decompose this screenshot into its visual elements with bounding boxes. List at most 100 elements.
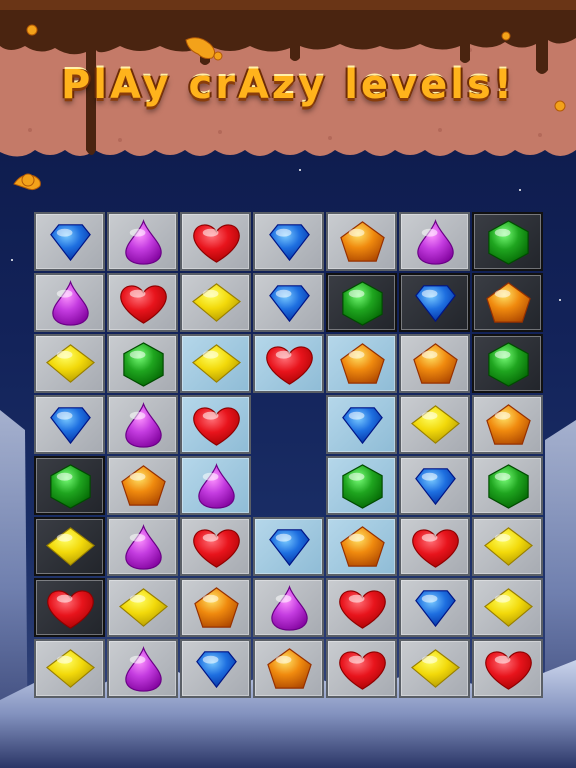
board-tile[interactable] xyxy=(107,456,178,515)
board-tile[interactable] xyxy=(399,212,470,271)
green-hexagon-gem-icon[interactable] xyxy=(478,217,539,268)
board-tile[interactable] xyxy=(399,395,470,454)
board-tile[interactable] xyxy=(107,578,178,637)
blue-diamond-gem-icon[interactable] xyxy=(405,278,466,329)
red-heart-gem-icon[interactable] xyxy=(259,339,320,390)
board-tile[interactable] xyxy=(253,639,324,698)
board-tile[interactable] xyxy=(253,212,324,271)
red-heart-gem-icon[interactable] xyxy=(332,583,393,634)
board-tile[interactable] xyxy=(34,334,105,393)
purple-drop-gem-icon[interactable] xyxy=(405,217,466,268)
green-hexagon-gem-icon[interactable] xyxy=(332,278,393,329)
green-hexagon-gem-icon[interactable] xyxy=(478,339,539,390)
yellow-rhombus-gem-icon[interactable] xyxy=(405,400,466,451)
red-heart-gem-icon[interactable] xyxy=(405,522,466,573)
green-hexagon-gem-icon[interactable] xyxy=(40,461,101,512)
red-heart-gem-icon[interactable] xyxy=(186,400,247,451)
yellow-rhombus-gem-icon[interactable] xyxy=(405,644,466,695)
board-tile[interactable] xyxy=(399,578,470,637)
orange-pentagon-gem-icon[interactable] xyxy=(478,278,539,329)
green-hexagon-gem-icon[interactable] xyxy=(478,461,539,512)
board-tile[interactable] xyxy=(472,212,543,271)
orange-pentagon-gem-icon[interactable] xyxy=(332,339,393,390)
purple-drop-gem-icon[interactable] xyxy=(113,644,174,695)
board-tile[interactable] xyxy=(326,334,397,393)
blue-diamond-gem-icon[interactable] xyxy=(186,644,247,695)
blue-diamond-gem-icon[interactable] xyxy=(40,217,101,268)
red-heart-gem-icon[interactable] xyxy=(113,278,174,329)
yellow-rhombus-gem-icon[interactable] xyxy=(40,522,101,573)
board-tile[interactable] xyxy=(472,456,543,515)
board-tile[interactable] xyxy=(399,456,470,515)
board-tile[interactable] xyxy=(326,639,397,698)
board-tile[interactable] xyxy=(34,395,105,454)
blue-diamond-gem-icon[interactable] xyxy=(259,217,320,268)
board-tile[interactable] xyxy=(34,517,105,576)
red-heart-gem-icon[interactable] xyxy=(478,644,539,695)
board-tile[interactable] xyxy=(399,273,470,332)
blue-diamond-gem-icon[interactable] xyxy=(259,522,320,573)
purple-drop-gem-icon[interactable] xyxy=(259,583,320,634)
purple-drop-gem-icon[interactable] xyxy=(186,461,247,512)
board-tile[interactable] xyxy=(326,517,397,576)
board-tile[interactable] xyxy=(399,334,470,393)
blue-diamond-gem-icon[interactable] xyxy=(332,400,393,451)
board-tile[interactable] xyxy=(34,456,105,515)
board-tile[interactable] xyxy=(34,212,105,271)
red-heart-gem-icon[interactable] xyxy=(332,644,393,695)
board-tile[interactable] xyxy=(326,273,397,332)
board-tile[interactable] xyxy=(107,639,178,698)
yellow-rhombus-gem-icon[interactable] xyxy=(186,339,247,390)
blue-diamond-gem-icon[interactable] xyxy=(40,400,101,451)
board-tile[interactable] xyxy=(472,334,543,393)
green-hexagon-gem-icon[interactable] xyxy=(332,461,393,512)
board-tile[interactable] xyxy=(399,639,470,698)
board-tile[interactable] xyxy=(180,578,251,637)
board-tile[interactable] xyxy=(34,273,105,332)
board-tile[interactable] xyxy=(107,273,178,332)
board-tile[interactable] xyxy=(326,578,397,637)
yellow-rhombus-gem-icon[interactable] xyxy=(478,583,539,634)
board-tile[interactable] xyxy=(472,517,543,576)
board-tile[interactable] xyxy=(472,578,543,637)
blue-diamond-gem-icon[interactable] xyxy=(259,278,320,329)
board-tile[interactable] xyxy=(253,517,324,576)
board-tile[interactable] xyxy=(180,334,251,393)
yellow-rhombus-gem-icon[interactable] xyxy=(40,339,101,390)
board-tile[interactable] xyxy=(107,517,178,576)
purple-drop-gem-icon[interactable] xyxy=(40,278,101,329)
orange-pentagon-gem-icon[interactable] xyxy=(113,461,174,512)
board-tile[interactable] xyxy=(472,639,543,698)
board-tile[interactable] xyxy=(180,273,251,332)
board-tile[interactable] xyxy=(107,334,178,393)
purple-drop-gem-icon[interactable] xyxy=(113,400,174,451)
board-tile[interactable] xyxy=(326,395,397,454)
board-tile[interactable] xyxy=(180,395,251,454)
board-tile[interactable] xyxy=(472,395,543,454)
board-tile[interactable] xyxy=(472,273,543,332)
board-tile[interactable] xyxy=(399,517,470,576)
orange-pentagon-gem-icon[interactable] xyxy=(332,522,393,573)
board-tile[interactable] xyxy=(253,334,324,393)
yellow-rhombus-gem-icon[interactable] xyxy=(113,583,174,634)
orange-pentagon-gem-icon[interactable] xyxy=(259,644,320,695)
board-tile[interactable] xyxy=(107,212,178,271)
orange-pentagon-gem-icon[interactable] xyxy=(332,217,393,268)
yellow-rhombus-gem-icon[interactable] xyxy=(40,644,101,695)
orange-pentagon-gem-icon[interactable] xyxy=(478,400,539,451)
orange-pentagon-gem-icon[interactable] xyxy=(186,583,247,634)
yellow-rhombus-gem-icon[interactable] xyxy=(186,278,247,329)
green-hexagon-gem-icon[interactable] xyxy=(113,339,174,390)
board-tile[interactable] xyxy=(107,395,178,454)
blue-diamond-gem-icon[interactable] xyxy=(405,461,466,512)
red-heart-gem-icon[interactable] xyxy=(40,583,101,634)
board-tile[interactable] xyxy=(180,212,251,271)
purple-drop-gem-icon[interactable] xyxy=(113,217,174,268)
blue-diamond-gem-icon[interactable] xyxy=(405,583,466,634)
red-heart-gem-icon[interactable] xyxy=(186,522,247,573)
orange-pentagon-gem-icon[interactable] xyxy=(405,339,466,390)
red-heart-gem-icon[interactable] xyxy=(186,217,247,268)
board-tile[interactable] xyxy=(180,639,251,698)
board-tile[interactable] xyxy=(34,639,105,698)
board-tile[interactable] xyxy=(253,578,324,637)
